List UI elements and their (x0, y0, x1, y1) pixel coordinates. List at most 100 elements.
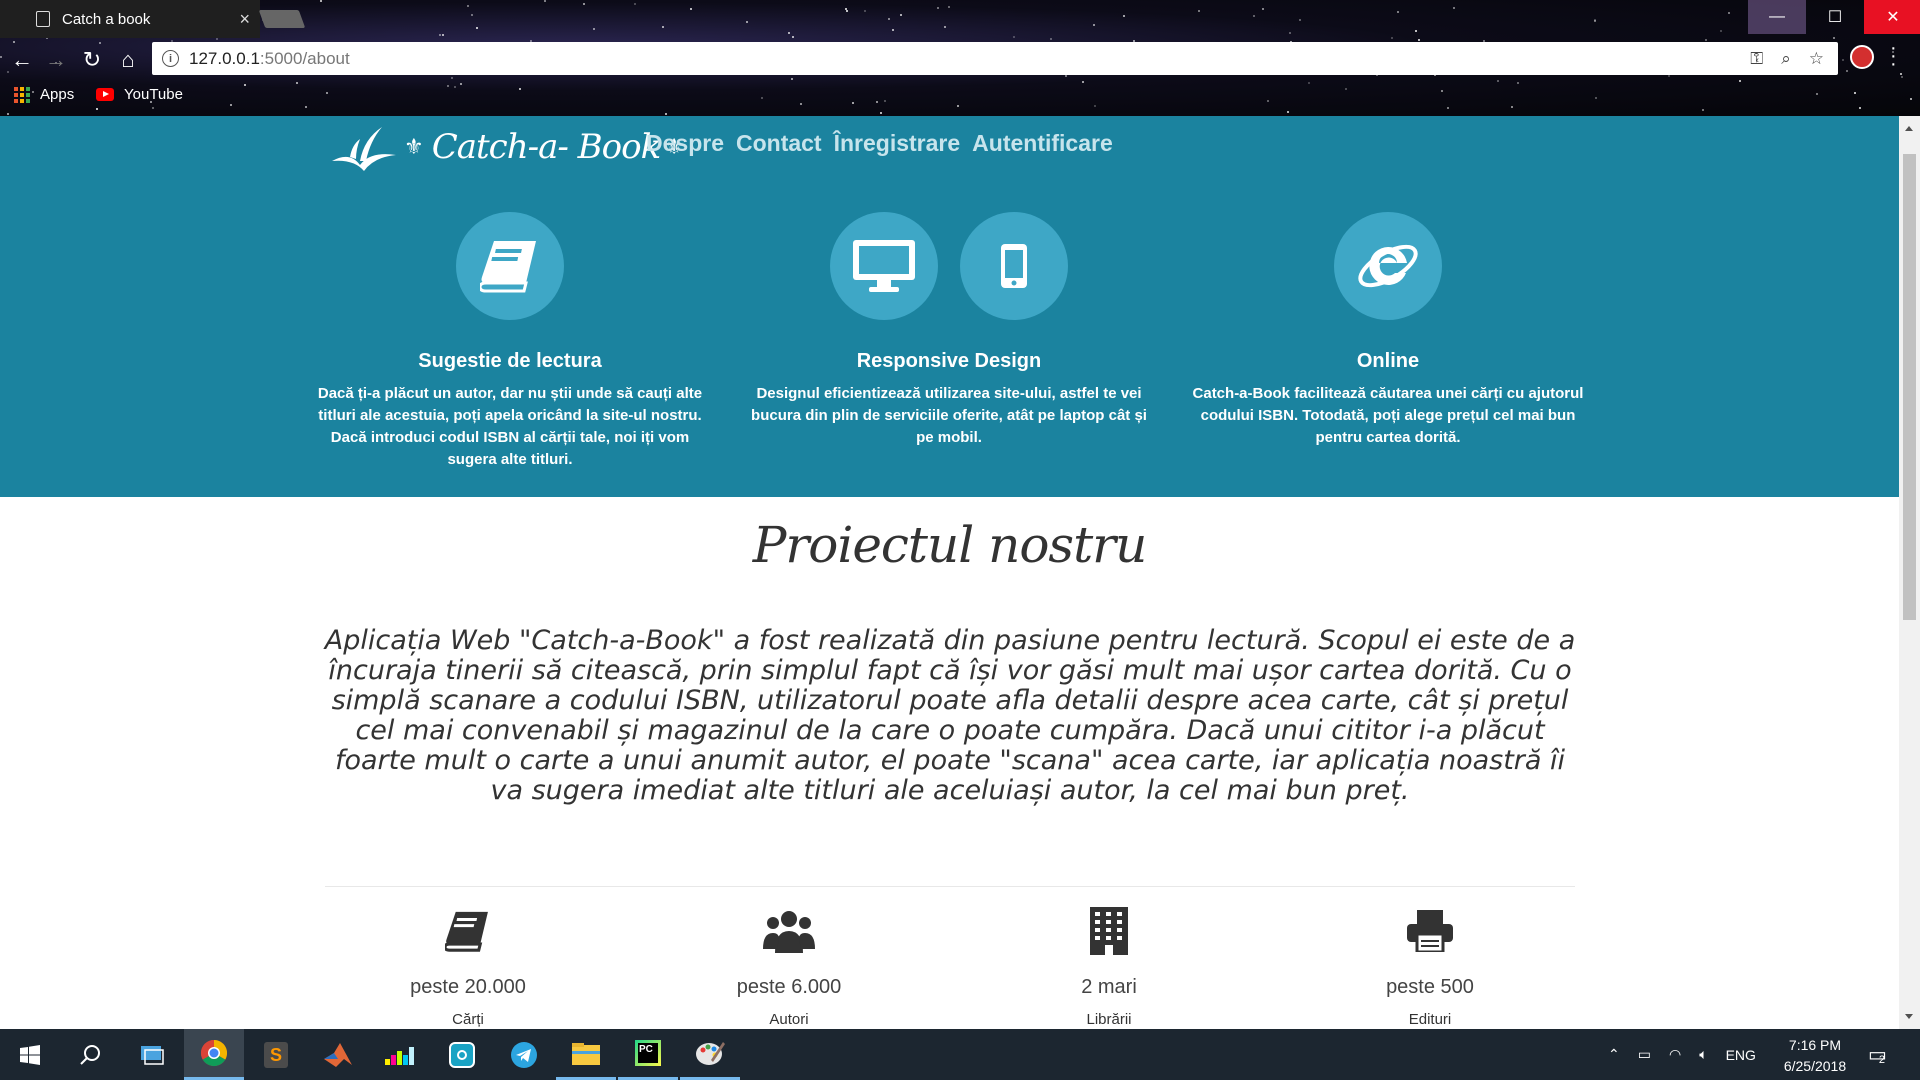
scroll-up-icon[interactable] (1905, 126, 1913, 131)
address-bar[interactable]: i 127.0.0.1 :5000/about ⚿ ⌕ ☆ (152, 42, 1838, 75)
star-decoration (1453, 7, 1455, 9)
apps-grid-icon (14, 86, 30, 103)
star-decoration (1050, 38, 1052, 40)
bookmark-youtube[interactable]: YouTube (96, 86, 183, 103)
pycharm-icon[interactable]: PC (618, 1029, 678, 1080)
star-decoration (876, 101, 878, 103)
language-indicator[interactable]: ENG (1726, 1047, 1756, 1063)
star-decoration (1511, 106, 1513, 108)
scroll-down-icon[interactable] (1905, 1014, 1913, 1019)
star-decoration (1415, 30, 1417, 32)
forward-arrow-icon[interactable]: → (42, 47, 70, 73)
site-logo[interactable]: ⚜ Catch-a- Book ⚜ (330, 121, 684, 173)
windows-start-icon[interactable] (0, 1029, 60, 1080)
zoom-icon[interactable]: ⌕ (1781, 49, 1791, 69)
action-center[interactable]: ▭ 2 (1868, 1029, 1887, 1080)
nav-contact[interactable]: Contact (736, 130, 822, 157)
star-decoration (852, 102, 854, 104)
chrome-icon[interactable] (184, 1029, 244, 1080)
star-decoration (1082, 81, 1084, 83)
star-decoration (1901, 76, 1903, 78)
star-decoration (476, 27, 478, 29)
star-decoration (1910, 98, 1912, 100)
feature-title: Online (1356, 350, 1420, 372)
browser-menu-icon[interactable]: · · · (1890, 38, 1897, 74)
star-decoration (1198, 10, 1200, 12)
home-icon[interactable]: ⌂ (114, 47, 142, 73)
clock[interactable]: 7:16 PM 6/25/2018 (1760, 1035, 1870, 1077)
task-view-icon[interactable] (122, 1029, 182, 1080)
close-window-button[interactable]: ✕ (1864, 0, 1920, 34)
nav-inregistrare[interactable]: Înregistrare (834, 130, 961, 157)
wifi-icon[interactable]: ◠ (1669, 1046, 1681, 1063)
windows-taskbar: S PC ⌃ ▭ ◠ 🔈︎ ENG 7:16 PM 6/25/2018 ▭ 2 (0, 1029, 1920, 1080)
key-icon[interactable]: ⚿ (1750, 49, 1763, 69)
bookmark-label: YouTube (124, 86, 183, 103)
telegram-icon[interactable] (494, 1029, 554, 1080)
desktop-icon (830, 212, 938, 320)
stat-librarii: 2 mari Librării (999, 906, 1219, 1028)
bookmark-star-icon[interactable]: ☆ (1809, 49, 1824, 69)
star-decoration (864, 10, 866, 12)
sublime-text-icon[interactable]: S (246, 1029, 306, 1080)
star-decoration (1267, 100, 1269, 102)
nav-autentificare[interactable]: Autentificare (972, 130, 1113, 157)
bookmark-apps[interactable]: Apps (14, 86, 74, 103)
star-decoration (230, 104, 232, 106)
star-decoration (1702, 109, 1704, 111)
scrollbar-thumb[interactable] (1903, 154, 1916, 620)
minimize-button[interactable]: — (1748, 0, 1806, 34)
file-explorer-icon[interactable] (556, 1029, 616, 1080)
star-decoration (152, 107, 154, 109)
star-decoration (888, 18, 890, 20)
star-decoration (1391, 37, 1393, 39)
browser-tab[interactable]: Catch a book × (0, 0, 260, 38)
star-decoration (216, 38, 218, 40)
book-icon (358, 906, 578, 956)
extension-icon[interactable] (1850, 45, 1874, 69)
printer-icon (1320, 906, 1540, 956)
maximize-button[interactable]: ☐ (1806, 0, 1864, 34)
star-decoration (1497, 80, 1499, 82)
star-decoration (690, 8, 692, 10)
volume-icon[interactable]: 🔈︎ (1699, 1046, 1707, 1063)
battery-icon[interactable]: ▭ (1638, 1046, 1651, 1063)
stat-value: peste 20.000 (410, 976, 526, 998)
star-decoration (1013, 36, 1015, 38)
star-decoration (948, 6, 950, 8)
stat-label: Cărți (452, 1011, 484, 1028)
page-scrollbar[interactable] (1899, 116, 1920, 1029)
paint-icon[interactable] (680, 1029, 740, 1080)
star-decoration (593, 28, 595, 30)
star-decoration (244, 84, 246, 86)
deezer-icon[interactable] (370, 1029, 430, 1080)
nav-despre[interactable]: Despre (646, 130, 724, 157)
star-decoration (1900, 73, 1902, 75)
info-icon[interactable]: i (162, 50, 179, 67)
internet-explorer-icon (1334, 212, 1442, 320)
matlab-icon[interactable] (308, 1029, 368, 1080)
star-decoration (1262, 8, 1264, 10)
instagram-icon[interactable] (432, 1029, 492, 1080)
stat-label: Librării (1086, 1011, 1132, 1028)
star-decoration (1289, 32, 1291, 34)
star-decoration (1299, 19, 1301, 21)
star-decoration (792, 36, 794, 38)
chevron-up-icon[interactable]: ⌃ (1608, 1046, 1620, 1063)
star-decoration (761, 97, 763, 99)
reload-icon[interactable]: ↻ (78, 47, 106, 73)
ornament-icon: ⚜ (404, 134, 424, 159)
star-decoration (320, 0, 322, 2)
back-arrow-icon[interactable]: ← (8, 47, 36, 73)
star-decoration (7, 113, 9, 115)
star-decoration (1594, 19, 1596, 21)
notification-count: 2 (1878, 1053, 1886, 1066)
tab-close-icon[interactable]: × (239, 9, 250, 30)
new-tab-button[interactable] (258, 10, 306, 28)
project-title: Proiectul nostru (752, 516, 1148, 574)
star-decoration (892, 29, 894, 31)
stat-edituri: peste 500 Edituri (1320, 906, 1540, 1028)
search-icon[interactable] (60, 1029, 120, 1080)
star-decoration (1720, 30, 1722, 32)
star-decoration (1816, 93, 1818, 95)
